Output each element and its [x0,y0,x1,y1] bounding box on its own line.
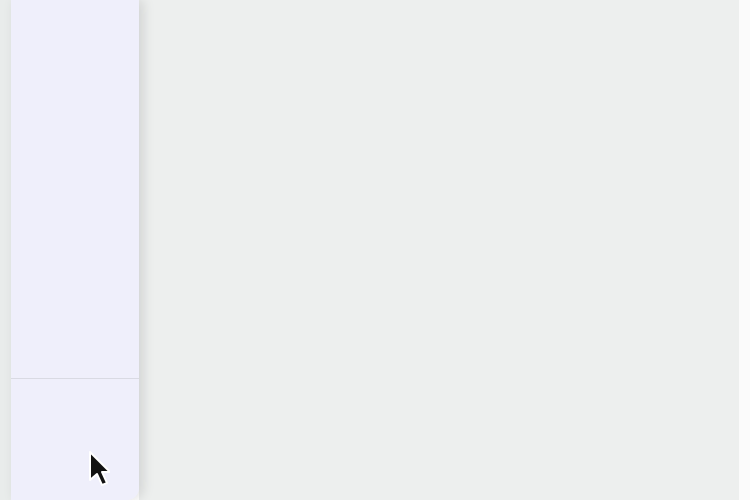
sidebar-upper-area [11,0,139,378]
main-content-area [139,0,739,500]
screen [0,0,750,500]
sidebar-footer [11,379,139,500]
right-gutter [739,0,750,500]
left-gutter [0,0,11,500]
sidebar [11,0,139,500]
